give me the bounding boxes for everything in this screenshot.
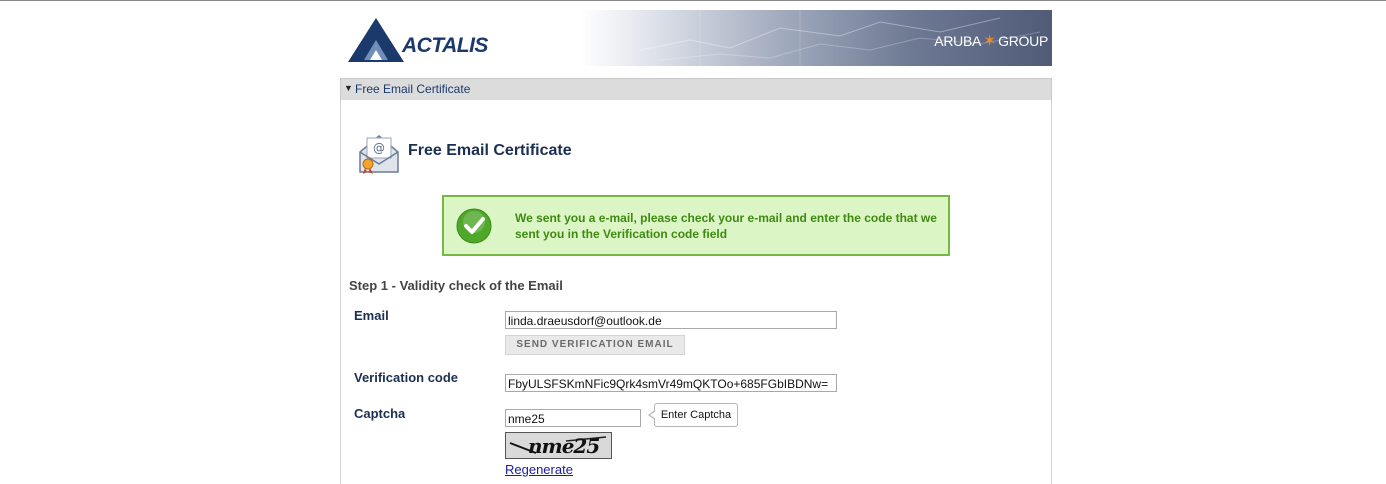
panel-toggle-bar[interactable]: ▼ Free Email Certificate bbox=[340, 78, 1052, 101]
captcha-image-text: nme25 bbox=[528, 434, 600, 458]
captcha-tooltip: Enter Captcha bbox=[648, 403, 738, 427]
step-title: Step 1 - Validity check of the Email bbox=[349, 278, 563, 293]
aruba-group-logo: ARUBA ✶ GROUP bbox=[934, 31, 1048, 51]
checkmark-icon bbox=[456, 208, 492, 244]
caret-down-icon: ▼ bbox=[344, 83, 353, 93]
email-certificate-icon: @ bbox=[358, 130, 400, 174]
verification-code-label: Verification code bbox=[354, 370, 459, 385]
captcha-label: Captcha bbox=[354, 406, 406, 421]
actalis-logo-text: ACTALIS bbox=[402, 34, 488, 57]
captcha-field[interactable]: nme25 bbox=[505, 409, 641, 427]
star-icon: ✶ bbox=[983, 33, 997, 50]
send-verification-email-button[interactable]: SEND VERIFICATION EMAIL bbox=[505, 335, 685, 355]
actalis-logo[interactable]: ACTALIS bbox=[346, 14, 496, 64]
actalis-triangle-icon bbox=[348, 18, 404, 62]
success-message-text: We sent you a e-mail, please check your … bbox=[515, 211, 937, 241]
panel-bar-label: Free Email Certificate bbox=[355, 82, 471, 96]
site-header: ACTALIS ARUBA ✶ GROUP bbox=[340, 10, 1052, 66]
captcha-image: nme25 bbox=[505, 432, 612, 459]
email-field[interactable]: linda.draeusdorf@outlook.de bbox=[505, 311, 837, 329]
aruba-text: ARUBA bbox=[934, 33, 982, 49]
svg-text:@: @ bbox=[373, 141, 385, 155]
header-banner: ARUBA ✶ GROUP bbox=[580, 10, 1052, 66]
group-text: GROUP bbox=[998, 33, 1048, 49]
success-message-box: We sent you a e-mail, please check your … bbox=[442, 195, 950, 256]
top-border bbox=[0, 0, 1386, 1]
regenerate-link[interactable]: Regenerate bbox=[505, 462, 573, 477]
page-title: Free Email Certificate bbox=[408, 142, 572, 159]
verification-code-field[interactable]: FbyULSFSKmNFic9Qrk4smVr49mQKTOo+685FGbIB… bbox=[505, 374, 837, 392]
email-label: Email bbox=[354, 308, 389, 323]
